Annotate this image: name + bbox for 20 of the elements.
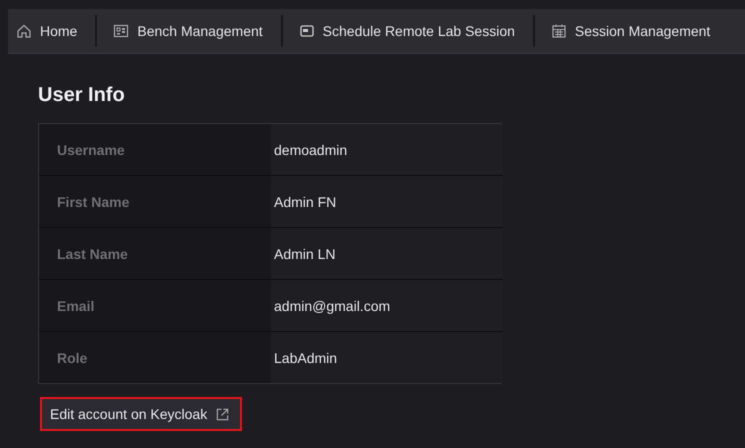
field-label: Username bbox=[39, 124, 271, 176]
field-value: Admin FN bbox=[271, 176, 503, 228]
nav-tab[interactable]: Schedule Remote Lab Session bbox=[282, 15, 535, 47]
nav-tab[interactable]: Bench Management bbox=[97, 15, 283, 47]
field-label: First Name bbox=[39, 176, 271, 228]
field-label: Email bbox=[39, 280, 271, 332]
window-icon bbox=[298, 23, 315, 39]
field-value: Admin LN bbox=[271, 228, 503, 280]
field-label: Last Name bbox=[39, 228, 271, 280]
calendar-icon bbox=[550, 23, 567, 39]
field-value: demoadmin bbox=[271, 124, 503, 176]
home-icon bbox=[16, 23, 32, 39]
page-title: User Info bbox=[38, 84, 126, 107]
field-value: admin@gmail.com bbox=[271, 280, 503, 332]
panel-icon bbox=[113, 23, 130, 39]
nav-tab[interactable]: Session Management bbox=[534, 15, 728, 47]
nav-tab[interactable]: Home bbox=[8, 15, 98, 47]
external-link-icon bbox=[215, 406, 230, 422]
field-label: Role bbox=[39, 332, 271, 383]
edit-account-button[interactable]: Edit account on Keycloak bbox=[40, 397, 242, 431]
